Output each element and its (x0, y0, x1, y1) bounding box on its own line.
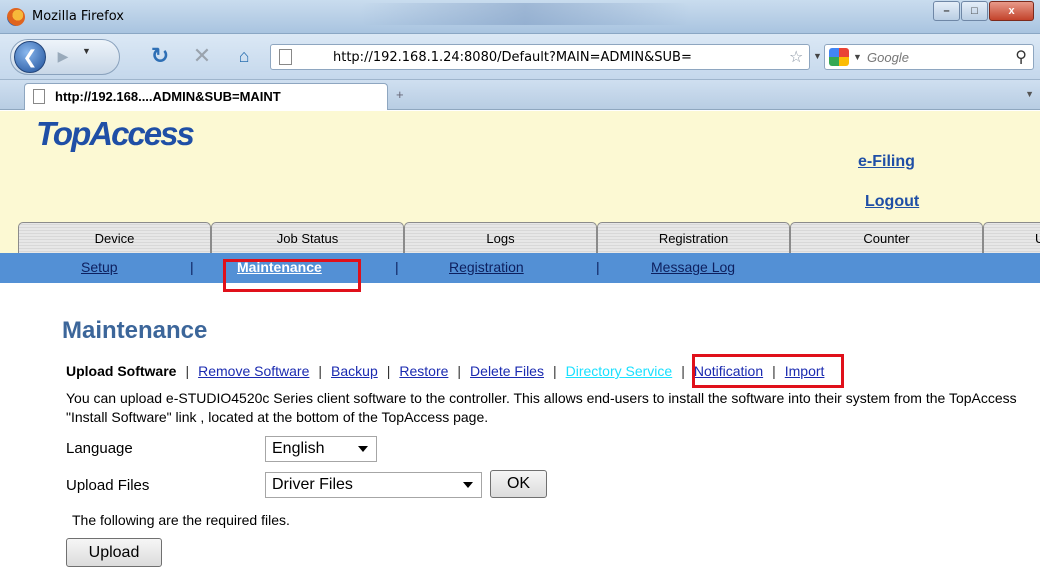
tab-job-status[interactable]: Job Status (211, 222, 404, 254)
tab-logs[interactable]: Logs (404, 222, 597, 254)
upload-description: You can upload e-STUDIO4520c Series clie… (66, 390, 1017, 425)
submenu-separator: | (457, 363, 462, 379)
subnav-setup[interactable]: Setup (81, 259, 118, 275)
subnav-separator: | (596, 259, 600, 275)
window-title: Mozilla Firefox (32, 9, 124, 24)
ok-button[interactable]: OK (490, 470, 547, 498)
upload-software-current: Upload Software (66, 363, 177, 379)
address-bar[interactable]: http://192.168.1.24:8080/Default?MAIN=AD… (270, 44, 822, 70)
forward-arrow-icon: ▶ (57, 47, 69, 64)
title-bar-glass (360, 3, 690, 25)
tab-counter[interactable]: Counter (790, 222, 983, 254)
window-controls: – □ x (932, 1, 1034, 23)
chevron-down-icon (358, 446, 368, 452)
stop-icon: ✕ (192, 43, 212, 68)
directory-service-highlight-box (692, 354, 844, 388)
reload-icon: ↻ (150, 43, 170, 68)
page-title: Maintenance (62, 317, 208, 344)
restore-link[interactable]: Restore (399, 363, 448, 379)
window-title-bar: Mozilla Firefox – □ x (0, 0, 1040, 34)
submenu-separator: | (318, 363, 323, 379)
subnav-separator: | (190, 259, 194, 275)
language-select-value: English (272, 440, 325, 457)
delete-files-link[interactable]: Delete Files (470, 363, 544, 379)
directory-service-link[interactable]: Directory Service (566, 363, 673, 379)
language-select[interactable]: English (265, 436, 377, 462)
search-engine-dropdown[interactable]: ▼ (853, 52, 862, 62)
home-button[interactable]: ⌂ (232, 44, 256, 68)
search-icon[interactable]: ⚲ (1015, 47, 1027, 67)
submenu-separator: | (386, 363, 391, 379)
topaccess-logo: TopAccess (36, 115, 195, 152)
e-filing-link[interactable]: e-Filing (858, 153, 915, 171)
close-window-button[interactable]: x (989, 1, 1034, 21)
stop-button[interactable]: ✕ (190, 43, 214, 68)
history-dropdown-button[interactable]: ▼ (82, 46, 91, 56)
minimize-button[interactable]: – (933, 1, 960, 21)
sub-navigation-bar: Setup | Maintenance | Registration | Mes… (0, 253, 1040, 283)
main-tab-bar: Device Job Status Logs Registration Coun… (0, 217, 1040, 254)
logout-link[interactable]: Logout (865, 193, 919, 211)
upload-files-select[interactable]: Driver Files (265, 472, 482, 498)
tab-list-dropdown[interactable]: ▼ (1025, 89, 1034, 99)
upload-files-label: Upload Files (66, 477, 150, 494)
browser-toolbar: ❮ ▶ ▼ ↻ ✕ ⌂ http://192.168.1.24:8080/Def… (0, 34, 1040, 80)
browser-tab-title: http://192.168....ADMIN&SUB=MAINT (55, 89, 281, 104)
chevron-down-icon (463, 482, 473, 488)
reload-button[interactable]: ↻ (148, 43, 172, 68)
language-label: Language (66, 440, 133, 457)
firefox-logo-icon (7, 8, 25, 26)
subnav-separator: | (395, 259, 399, 275)
home-icon: ⌂ (238, 45, 250, 66)
submenu-separator: | (552, 363, 557, 379)
subnav-registration[interactable]: Registration (449, 259, 524, 275)
subnav-message-log[interactable]: Message Log (651, 259, 735, 275)
maintenance-highlight-box (223, 259, 361, 292)
backup-link[interactable]: Backup (331, 363, 378, 379)
back-button[interactable]: ❮ (14, 41, 46, 73)
back-arrow-icon: ❮ (22, 46, 38, 67)
tab-registration[interactable]: Registration (597, 222, 790, 254)
forward-button[interactable]: ▶ (52, 45, 74, 67)
browser-tab[interactable]: http://192.168....ADMIN&SUB=MAINT (24, 83, 388, 110)
bookmark-star-icon[interactable]: ☆ (789, 47, 803, 67)
address-bar-url[interactable]: http://192.168.1.24:8080/Default?MAIN=AD… (333, 50, 692, 65)
submenu-separator: | (681, 363, 685, 379)
tab-page-icon (33, 89, 45, 104)
tab-device[interactable]: Device (18, 222, 211, 254)
url-dropdown-button[interactable]: ▼ (813, 51, 822, 61)
page-icon (279, 49, 292, 65)
remove-software-link[interactable]: Remove Software (198, 363, 309, 379)
tab-user-management[interactable]: Use (983, 222, 1040, 254)
required-files-note: The following are the required files. (72, 512, 290, 528)
google-engine-icon[interactable] (829, 48, 849, 66)
topaccess-header: TopAccess e-Filing Logout (0, 111, 1040, 217)
search-input[interactable]: Google (867, 50, 909, 65)
upload-files-select-value: Driver Files (272, 476, 353, 493)
new-tab-button[interactable]: + (396, 87, 404, 102)
upload-button[interactable]: Upload (66, 538, 162, 567)
submenu-separator: | (185, 363, 190, 379)
browser-tab-strip: http://192.168....ADMIN&SUB=MAINT + ▼ (0, 80, 1040, 110)
search-box[interactable]: ▼ Google ⚲ (824, 44, 1034, 70)
maximize-button[interactable]: □ (961, 1, 988, 21)
